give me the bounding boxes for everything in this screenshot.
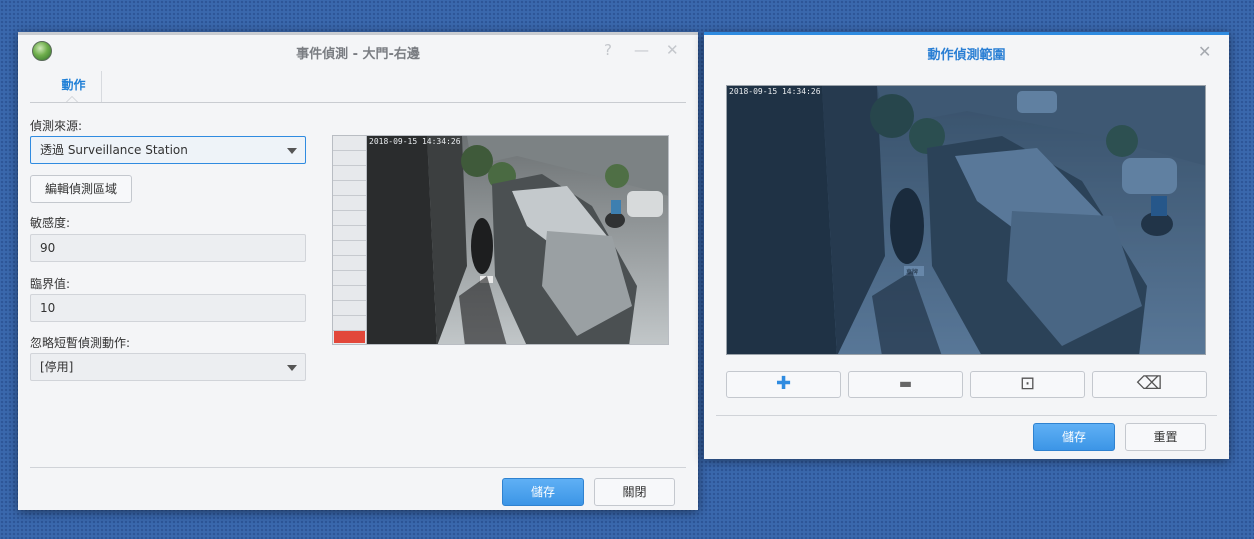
meter-cell xyxy=(333,316,366,331)
camera-timestamp: 2018-09-15 14:34:26 xyxy=(369,137,461,146)
meter-cell xyxy=(333,256,366,271)
tab-bar: 動作 xyxy=(30,67,686,103)
threshold-label: 臨界值: xyxy=(30,277,71,291)
detection-area-tint xyxy=(727,86,1205,354)
add-rectangle-button[interactable]: ⊡ xyxy=(970,371,1085,398)
title-bar[interactable]: 事件偵測 - 大門-右邊 ? — ✕ xyxy=(18,35,698,67)
chevron-down-icon xyxy=(287,365,297,371)
chevron-down-icon xyxy=(287,148,297,154)
source-select[interactable]: 透過 Surveillance Station xyxy=(30,136,306,164)
meter-cell xyxy=(333,301,366,316)
meter-cell xyxy=(333,136,366,151)
meter-cell xyxy=(333,241,366,256)
meter-cell xyxy=(333,211,366,226)
remove-region-icon: ▬ xyxy=(898,376,913,392)
detection-area-canvas[interactable]: 車牌 2018-09-15 14:34:26 xyxy=(726,85,1206,355)
meter-cell xyxy=(333,151,366,166)
add-rectangle-icon: ⊡ xyxy=(1019,373,1036,394)
save-button[interactable]: 儲存 xyxy=(502,478,584,506)
reset-button[interactable]: 重置 xyxy=(1125,423,1206,451)
meter-cell xyxy=(333,226,366,241)
tab-indicator xyxy=(66,96,78,102)
minimize-icon[interactable]: — xyxy=(634,41,649,59)
camera-preview: 2018-09-15 14:34:26 xyxy=(367,135,669,345)
meter-cell xyxy=(333,271,366,286)
camera-scene xyxy=(367,136,668,344)
meter-cell xyxy=(333,286,366,301)
ignore-short-motion-label: 忽略短暫偵測動作: xyxy=(30,336,131,350)
window-title: 事件偵測 - 大門-右邊 xyxy=(296,47,420,62)
meter-cell xyxy=(333,196,366,211)
add-region-icon: ✚ xyxy=(775,373,792,394)
threshold-input[interactable]: 10 xyxy=(30,294,306,322)
eraser-icon: ⌫ xyxy=(1136,373,1163,394)
help-icon[interactable]: ? xyxy=(604,41,612,59)
ignore-short-motion-value: [停用] xyxy=(40,360,74,374)
remove-region-button[interactable]: ▬ xyxy=(848,371,963,398)
footer-divider xyxy=(716,415,1217,416)
edit-detection-area-button[interactable]: 編輯偵測區域 xyxy=(30,175,132,203)
meter-cell xyxy=(333,166,366,181)
motion-detection-range-window: 動作偵測範圍 ✕ 車牌 xyxy=(704,32,1229,459)
camera-timestamp: 2018-09-15 14:34:26 xyxy=(729,87,821,96)
close-icon[interactable]: ✕ xyxy=(1198,42,1211,61)
footer-divider xyxy=(30,467,686,468)
close-icon[interactable]: ✕ xyxy=(666,41,679,59)
save-button[interactable]: 儲存 xyxy=(1033,423,1115,451)
title-bar[interactable]: 動作偵測範圍 ✕ xyxy=(704,35,1229,67)
sensitivity-label: 敏感度: xyxy=(30,216,71,230)
meter-cell xyxy=(333,181,366,196)
event-detection-window: 事件偵測 - 大門-右邊 ? — ✕ 動作 偵測來源: 透過 Surveilla… xyxy=(18,32,698,510)
source-label: 偵測來源: xyxy=(30,119,83,133)
window-title: 動作偵測範圍 xyxy=(927,48,1006,63)
meter-level-fill xyxy=(334,331,365,343)
sensitivity-input[interactable]: 90 xyxy=(30,234,306,262)
add-region-button[interactable]: ✚ xyxy=(726,371,841,398)
ignore-short-motion-select[interactable]: [停用] xyxy=(30,353,306,381)
eraser-button[interactable]: ⌫ xyxy=(1092,371,1207,398)
close-button[interactable]: 關閉 xyxy=(594,478,675,506)
source-select-value: 透過 Surveillance Station xyxy=(40,143,188,157)
motion-level-meter xyxy=(332,135,367,345)
